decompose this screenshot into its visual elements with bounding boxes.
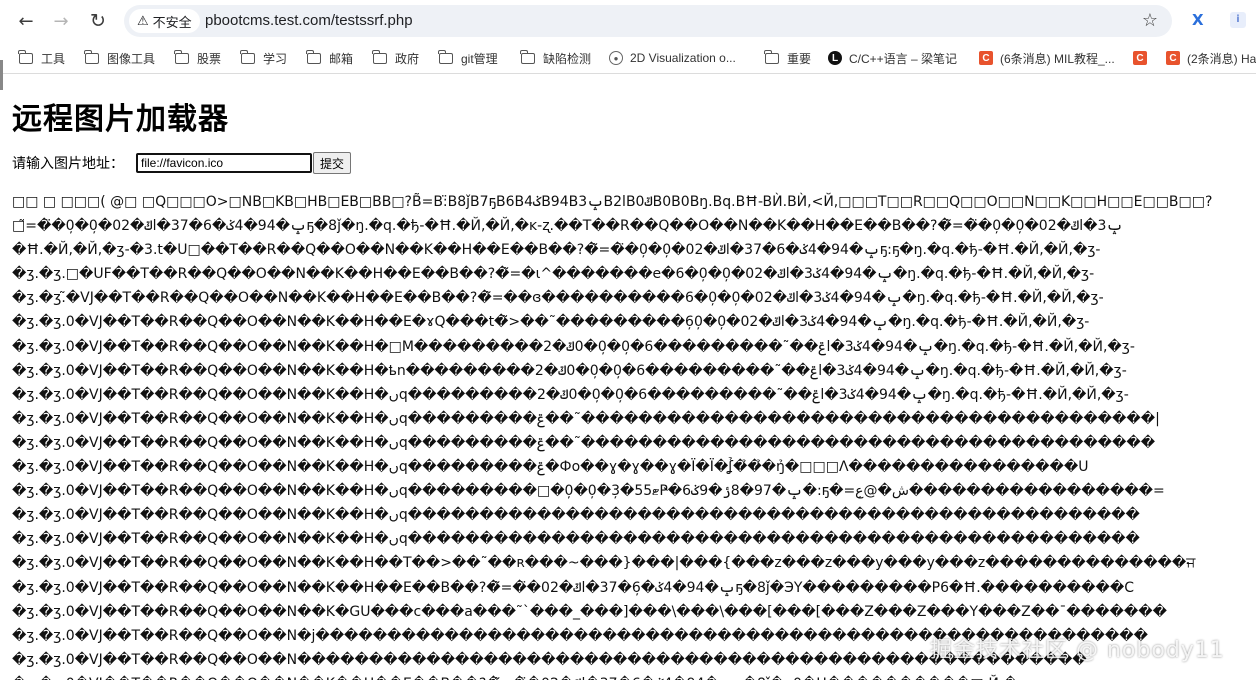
bookmarks-bar: 工具 图像工具 股票 学习 邮箱 政府 git管理 缺陷检测 ● 2D Visua… <box>0 43 1256 74</box>
address-bar[interactable]: ⚠ 不安全 pbootcms.test.com/testssrf.php ☆ <box>124 5 1172 37</box>
image-url-form: 请输入图片地址： 提交 <box>12 151 352 175</box>
bookmark-item[interactable]: C (2条消息) Ha <box>1166 49 1256 67</box>
security-chip-label: 不安全 <box>152 14 192 30</box>
globe-icon: ● <box>609 51 623 65</box>
binary-output-line: �ʒ.�ʒ.0�VJ��T��R��Q��O��N��K��H�ںq������… <box>12 434 1156 451</box>
bookmark-item[interactable]: L C/C++语言 – 梁笔记 <box>828 49 957 67</box>
binary-output-line: �ʒ.�ʒ.0�VJ��T��R��Q��O��N��K��H��E��B��?… <box>12 672 1256 680</box>
l-site-icon: L <box>828 51 842 65</box>
binary-response-output: □□ □ □□□( @□ □Q□□□O>□NB□KB□HB□EB□BB□?B̃=… <box>12 190 1256 680</box>
folder-icon <box>372 49 387 64</box>
binary-output-line: �ʒ.�ʒ.0�VJ��T��R��Q��O��N��K��H��E�ɤQ���… <box>12 314 1090 331</box>
bookmark-item[interactable]: C (6条消息) MIL教程_... <box>979 49 1115 67</box>
bookmark-item[interactable]: ● 2D Visualization o... <box>609 49 736 67</box>
translate-extension-icon[interactable]: X <box>1192 11 1204 29</box>
bookmark-item[interactable]: 缺陷检测 <box>520 49 591 67</box>
forward-arrow-icon[interactable]: → <box>48 8 74 34</box>
security-chip[interactable]: ⚠ 不安全 <box>129 9 200 33</box>
csdn-icon: C <box>1166 51 1180 65</box>
binary-output-line: �ʒ.�ʒ.0�VJ��T��R��Q��O��N��K�GU���c���a�… <box>12 603 1167 620</box>
page-content: 远程图片加载器 请输入图片地址： 提交 □□ □ □□□( @□ □Q□□□O>… <box>12 74 1256 680</box>
page-title: 远程图片加载器 <box>12 102 229 137</box>
warning-triangle-icon: ⚠ <box>137 13 149 28</box>
url-text[interactable]: pbootcms.test.com/testssrf.php <box>205 12 413 29</box>
folder-icon <box>174 49 189 64</box>
browser-toolbar: ← → ↻ ⚠ 不安全 pbootcms.test.com/testssrf.p… <box>0 0 1256 42</box>
binary-output-line: �ʒ.�ʒ.0�VJ��T��R��Q��O��N��K��H�ںq������… <box>12 483 1165 500</box>
folder-icon <box>306 49 321 64</box>
watermark: 掘金技术社区 @ nobody11 <box>930 638 1225 663</box>
binary-output-line: �ʒ.�ʒ.0�VJ��T��R��Q��O��N��K��H�ںq������… <box>12 459 1089 476</box>
binary-output-line: �ʒ.�ʒ.□�UF��T��R��Q��O��N��K��H��E��B��?… <box>12 266 1095 283</box>
binary-output-line: �ʒ.�ʒ.0�VJ��T��R��Q��O��N��K��H�ںq������… <box>12 386 1129 403</box>
binary-output-line: �ʒ.�ʒ.0�VJ��T��R��Q��O��N��K��H�ںq������… <box>12 410 1160 427</box>
bookmark-item[interactable]: 工具 <box>18 49 65 67</box>
bookmark-item[interactable]: 政府 <box>372 49 419 67</box>
back-arrow-icon[interactable]: ← <box>13 8 39 34</box>
binary-output-line: �ʒ.�ʒ.0�VJ��T��R��Q��O��N��K��H��T��>��˜… <box>12 555 1196 572</box>
bookmark-item[interactable]: 学习 <box>240 49 287 67</box>
reload-icon[interactable]: ↻ <box>85 8 111 34</box>
bookmark-item[interactable]: 股票 <box>174 49 221 67</box>
bookmark-star-icon[interactable]: ☆ <box>1142 10 1158 31</box>
binary-output-line: �ʒ.�ʒ.0�VJ��T��R��Q��O��N��K��H�□M������… <box>12 338 1135 355</box>
binary-output-line: �ʒ.�ʒ.0�VJ��T��R��Q��O��N��K��H�ҍn������… <box>12 362 1127 379</box>
submit-button[interactable]: 提交 <box>313 152 352 174</box>
image-url-label: 请输入图片地址： <box>12 156 124 172</box>
binary-output-line: �ʒ.�ʒ.0�VJ��T��R��Q��O��N��K��H�ںq������… <box>12 507 1140 524</box>
binary-output-line: �ʒ.�ʒ.̃�VJ��T��R��Q��O��N��K��H��E��B��?… <box>12 290 1104 307</box>
folder-icon <box>240 49 255 64</box>
left-edge-marker <box>0 60 3 90</box>
bookmark-item[interactable]: git管理 <box>438 49 498 67</box>
folder-icon <box>764 49 779 64</box>
csdn-icon: C <box>979 51 993 65</box>
folder-icon <box>18 49 33 64</box>
csdn-icon: C <box>1133 51 1147 65</box>
bookmark-item[interactable]: C <box>1133 49 1154 67</box>
binary-output-line: �Ħ.�Й,�Й,�ʒ-�3.t�U□��T��R��Q��O��N��K��H… <box>12 242 1101 259</box>
bookmark-item[interactable]: 图像工具 <box>84 49 155 67</box>
binary-output-line: �ʒ.�ʒ.0�VJ��T��R��Q��O��N��K��H��E��B��?… <box>12 579 1134 596</box>
binary-output-line: □□ □ □□□( @□ □Q□□□O>□NB□KB□HB□EB□BB□?B̃=… <box>12 194 1213 210</box>
folder-icon <box>438 49 453 64</box>
folder-icon <box>520 49 535 64</box>
bookmark-item[interactable]: 邮箱 <box>306 49 353 67</box>
folder-icon <box>84 49 99 64</box>
image-url-input[interactable] <box>136 153 312 173</box>
binary-output-line: □̃=�̈�0̦�0̦�0ݿ�2l�3ݒ�94�4ݢ�6�7ҕ�8ǰ�ŋ.�q.… <box>12 218 1123 235</box>
binary-output-line: �ʒ.�ʒ.0�VJ��T��R��Q��O��N��K��H�ںq������… <box>12 531 1140 548</box>
extension-icon[interactable]: i <box>1230 12 1246 28</box>
bookmark-item[interactable]: 重要 <box>764 49 811 67</box>
